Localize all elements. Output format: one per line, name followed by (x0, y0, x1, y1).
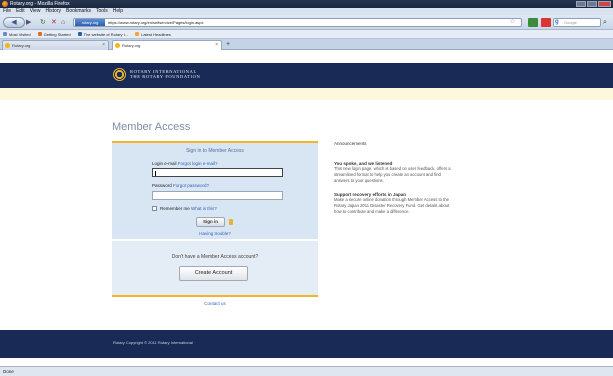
forgot-password-link[interactable]: Forgot password? (173, 183, 209, 188)
addon-icon[interactable] (541, 18, 551, 27)
navigation-toolbar: ◀ ▶ ↻ ✕ ⌂ rotary.org https://www.rotary.… (0, 15, 613, 30)
rotary-favicon-icon (5, 43, 10, 48)
tab-strip: Rotary.org × Rotary.org × + (0, 39, 613, 50)
maximize-button[interactable] (587, 1, 597, 7)
create-account-button[interactable]: Create Account (179, 266, 248, 281)
close-tab-icon[interactable]: × (102, 41, 105, 50)
login-heading: Sign in to Member Access (186, 148, 244, 154)
site-identity-button[interactable]: rotary.org (75, 19, 105, 26)
back-arrow-icon: ◀ (11, 19, 17, 26)
announcement-body: Make a secure online donation through Me… (334, 197, 450, 214)
password-label: Password (152, 183, 172, 188)
search-input[interactable]: g Google (553, 18, 601, 27)
no-account-question: Don't have a Member Access account? (171, 254, 259, 260)
reload-button[interactable]: ↻ (40, 18, 49, 27)
rotary-wheel-icon[interactable] (113, 68, 126, 81)
contact-us-link[interactable]: Contact us (112, 301, 318, 306)
new-tab-button[interactable]: + (226, 40, 230, 49)
tab-rotary-1[interactable]: Rotary.org × (2, 40, 109, 50)
bookmark-latest-headlines[interactable]: Latest Headlines (135, 30, 171, 38)
globe-icon (77, 32, 82, 36)
menu-bar: File Edit View History Bookmarks Tools H… (0, 8, 613, 15)
stop-button[interactable]: ✕ (51, 18, 60, 27)
menu-edit[interactable]: Edit (16, 8, 25, 15)
home-icon: ⌂ (61, 19, 66, 26)
password-field[interactable] (152, 191, 283, 200)
forward-button[interactable]: ▶ (26, 18, 36, 27)
announcements: Announcements You spoke, and we listened… (334, 141, 454, 215)
sign-in-button[interactable]: Sign in (196, 217, 225, 227)
window-controls (576, 1, 611, 7)
menu-file[interactable]: File (3, 8, 11, 15)
create-account-panel: Don't have a Member Access account? Crea… (112, 241, 318, 297)
forward-arrow-icon: ▶ (26, 19, 32, 26)
address-bar[interactable]: rotary.org https://www.rotary.org/en/sel… (73, 18, 522, 27)
status-bar: Done (0, 366, 613, 376)
email-field[interactable] (152, 168, 283, 177)
bookmark-rotary-website[interactable]: The website of Rotary I... (77, 30, 128, 38)
firefox-icon (2, 1, 8, 7)
lock-icon (229, 219, 233, 225)
announcement-body: This new login page, which is based on u… (334, 166, 451, 183)
menu-view[interactable]: View (30, 8, 41, 15)
reload-icon: ↻ (40, 19, 46, 26)
remember-me-label: Remember me (160, 206, 190, 211)
tab-rotary-2[interactable]: Rotary.org × (112, 40, 222, 50)
announcements-title: Announcements (334, 141, 367, 146)
forgot-email-link[interactable]: Forgot login e-mail? (178, 161, 218, 166)
email-label: Login e-mail (152, 161, 177, 166)
remember-label-row: Remember me What is this? (160, 206, 217, 211)
window-title: Rotary.org - Mozilla Firefox (10, 1, 70, 7)
feed-icon[interactable] (528, 18, 538, 27)
what-is-this-link[interactable]: What is this? (191, 206, 217, 211)
plus-icon: + (226, 41, 231, 48)
menu-help[interactable]: Help (113, 8, 123, 15)
rss-icon (135, 32, 140, 36)
menu-bookmarks[interactable]: Bookmarks (66, 8, 91, 15)
bookmarks-toolbar: Most Visited Getting Started The website… (0, 30, 613, 39)
close-tab-icon[interactable]: × (215, 41, 218, 50)
window-titlebar: Rotary.org - Mozilla Firefox (0, 0, 613, 8)
site-footer: Rotary Copyright © 2011 Rotary Internati… (0, 330, 613, 358)
rotary-favicon-icon (115, 43, 120, 48)
remember-me-checkbox[interactable] (152, 206, 157, 211)
status-text: Done (3, 369, 14, 374)
email-label-row: Login e-mail Forgot login e-mail? (152, 161, 218, 166)
bookmark-most-visited[interactable]: Most Visited (3, 30, 31, 38)
folder-icon (3, 32, 7, 36)
bookmark-star-icon[interactable]: ☆ (510, 19, 515, 26)
menu-history[interactable]: History (45, 8, 61, 15)
site-header: ROTARY INTERNATIONAL THE ROTARY FOUNDATI… (0, 63, 613, 88)
home-button[interactable]: ⌂ (61, 18, 70, 27)
search-placeholder: Google (564, 20, 577, 25)
bookmark-getting-started[interactable]: Getting Started (37, 30, 71, 38)
having-trouble-link[interactable]: Having trouble? (112, 231, 318, 236)
search-engine-icon[interactable]: g (555, 19, 559, 26)
page-title: Member Access (112, 121, 191, 133)
menu-tools[interactable]: Tools (96, 8, 108, 15)
url-text[interactable]: https://www.rotary.org/en/selfservice/Pa… (108, 19, 204, 26)
stop-icon: ✕ (51, 19, 57, 26)
brand-logo[interactable]: ROTARY INTERNATIONAL THE ROTARY FOUNDATI… (130, 69, 200, 79)
password-label-row: Password Forgot password? (152, 183, 209, 188)
firefox-icon (37, 32, 42, 36)
close-window-button[interactable] (598, 1, 611, 7)
footer-copyright[interactable]: Rotary Copyright © 2011 Rotary Internati… (113, 340, 193, 345)
minimize-button[interactable] (576, 1, 586, 7)
search-go-icon[interactable]: ⌕ (603, 18, 607, 27)
header-band (0, 88, 613, 100)
back-button[interactable]: ◀ (3, 17, 25, 28)
login-panel: Sign in to Member Access Login e-mail Fo… (112, 141, 318, 239)
